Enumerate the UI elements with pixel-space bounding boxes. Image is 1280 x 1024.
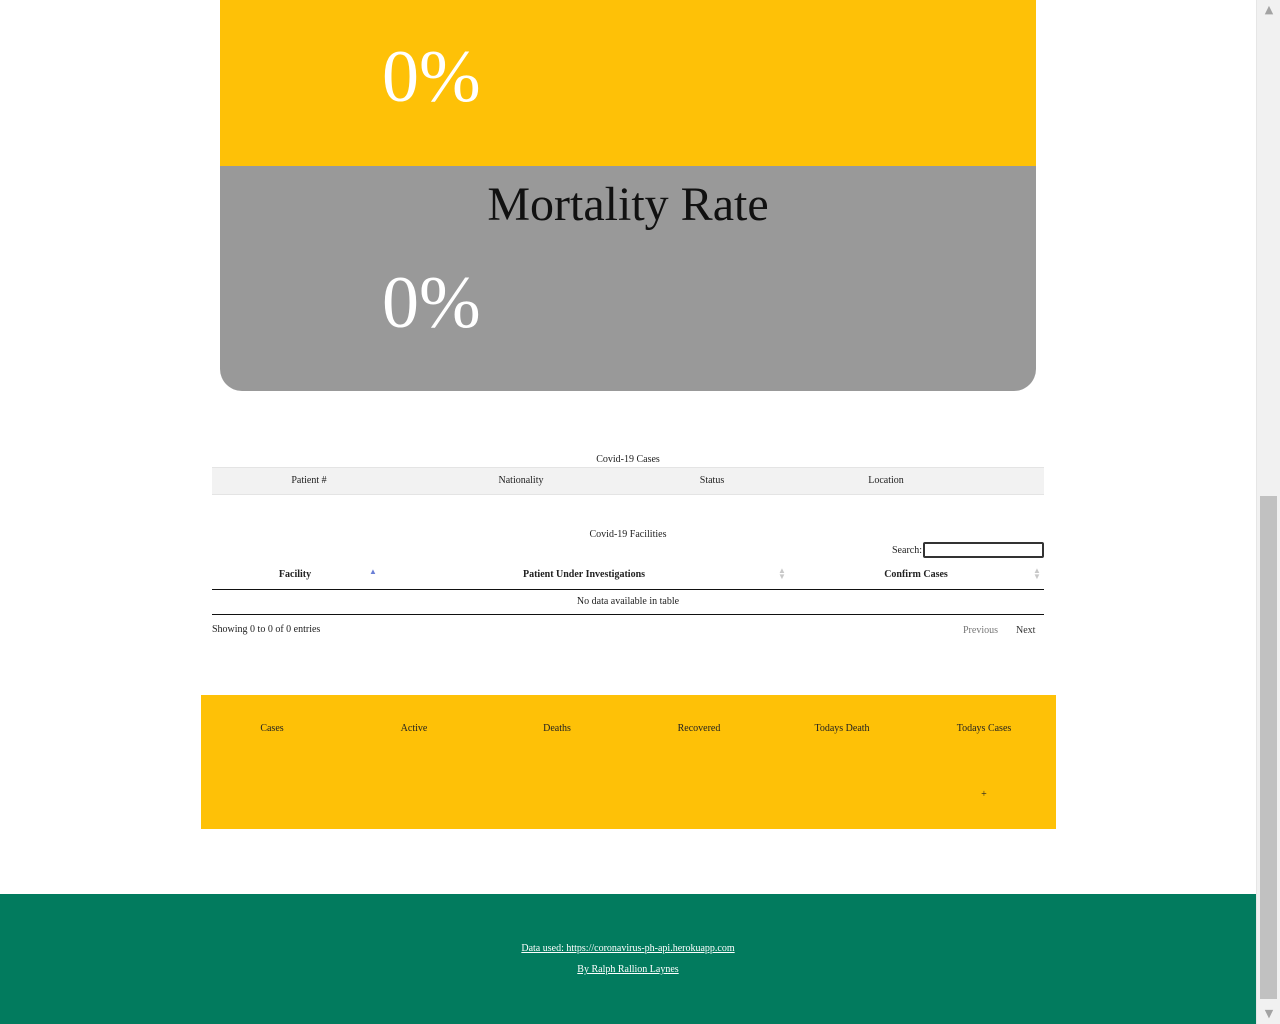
footer: Data used: https://coronavirus-ph-api.he… xyxy=(0,894,1256,1024)
col-nationality: Nationality xyxy=(498,475,544,486)
rate-value: 0% xyxy=(382,36,481,118)
mortality-value: 0% xyxy=(382,262,481,344)
col-patient-number: Patient # xyxy=(291,475,327,486)
next-page-button[interactable]: Next xyxy=(1016,625,1035,636)
facilities-table-header: Facility ▲ Patient Under Investigations … xyxy=(212,562,1044,590)
data-source-link[interactable]: Data used: https://coronavirus-ph-api.he… xyxy=(0,943,1256,954)
col-facility[interactable]: Facility xyxy=(279,569,311,580)
col-patient-under-investigations[interactable]: Patient Under Investigations xyxy=(523,569,645,580)
summary-deaths-label: Deaths xyxy=(543,723,571,734)
search-input[interactable] xyxy=(923,542,1044,558)
stats-card: 0% Mortality Rate 0% xyxy=(220,0,1036,391)
cases-table-header: Patient # Nationality Status Location xyxy=(212,467,1044,495)
col-confirm-cases[interactable]: Confirm Cases xyxy=(884,569,948,580)
page: 0% Mortality Rate 0% Covid-19 Cases Pati… xyxy=(0,0,1256,1024)
cases-table-caption: Covid-19 Cases xyxy=(596,454,660,465)
sort-ascending-icon: ▲ xyxy=(369,567,377,576)
summary-cases-label: Cases xyxy=(260,723,284,734)
search-label: Search: xyxy=(892,545,922,556)
triangle-down-icon[interactable]: ▼ xyxy=(1257,1004,1280,1024)
sort-both-icon: ▲ ▼ xyxy=(1033,566,1041,581)
empty-table-message: No data available in table xyxy=(212,590,1044,615)
previous-page-button[interactable]: Previous xyxy=(963,625,998,636)
col-status: Status xyxy=(699,475,725,486)
summary-recovered-label: Recovered xyxy=(677,723,721,734)
summary-todays-death-label: Todays Death xyxy=(814,723,870,734)
triangle-up-icon[interactable]: ▲ xyxy=(1257,0,1280,20)
sort-both-icon: ▲ ▼ xyxy=(778,566,786,581)
col-location: Location xyxy=(868,475,904,486)
summary-band: Cases Active Deaths Recovered Todays Dea… xyxy=(201,695,1056,829)
summary-todays-cases-label: Todays Cases xyxy=(956,723,1012,734)
scrollbar-thumb[interactable] xyxy=(1260,496,1277,999)
author-link[interactable]: By Ralph Rallion Laynes xyxy=(0,964,1256,975)
table-info: Showing 0 to 0 of 0 entries xyxy=(212,624,321,635)
summary-active-label: Active xyxy=(400,723,428,734)
rate-panel: 0% xyxy=(220,0,1036,166)
summary-todays-cases-value: + xyxy=(981,789,987,800)
vertical-scrollbar[interactable]: ▲ ▼ xyxy=(1256,0,1280,1024)
mortality-title: Mortality Rate xyxy=(487,178,769,231)
mortality-panel: Mortality Rate 0% xyxy=(220,166,1036,391)
facilities-table-caption: Covid-19 Facilities xyxy=(589,529,667,540)
